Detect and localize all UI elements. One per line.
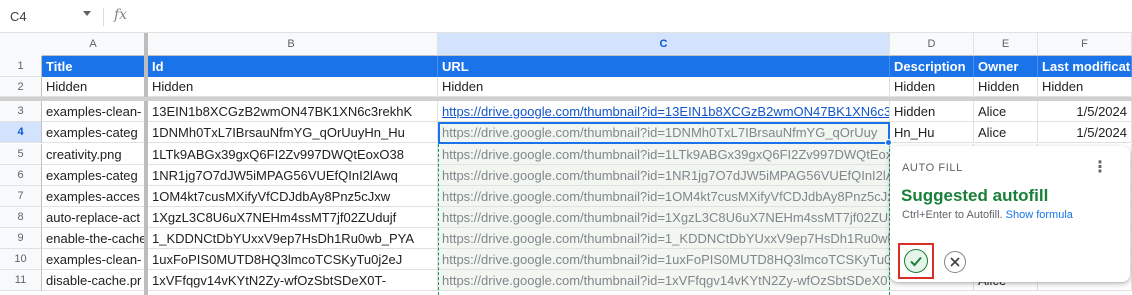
row-header-11[interactable]: 11 [0, 270, 42, 291]
row-header-10[interactable]: 10 [0, 249, 42, 270]
row-header-1[interactable]: 1 [0, 56, 42, 77]
cell-e4[interactable]: Alice [974, 122, 1038, 143]
reject-autofill-button[interactable] [944, 251, 966, 273]
cell-c7[interactable]: https://drive.google.com/thumbnail?id=1O… [438, 186, 890, 207]
cell-e2[interactable]: Hidden [974, 77, 1038, 97]
cell-b5[interactable]: 1LTk9ABGx39gxQ6FI2Zv997DWQtEoxO38 [148, 144, 438, 165]
cell-d4[interactable]: Hn_Hu [890, 122, 974, 143]
formula-bar: C4 fx [0, 0, 1132, 33]
cell-c2[interactable]: Hidden [438, 77, 890, 97]
cell-b3[interactable]: 13EIN1b8XCGzB2wmON47BK1XN6c3rekhK [148, 101, 438, 122]
cell-c4[interactable]: https://drive.google.com/thumbnail?id=1D… [438, 122, 890, 143]
cell-f2[interactable]: Hidden [1038, 77, 1132, 97]
autofill-popup: AUTO FILL ⋮ Suggested autofill Ctrl+Ente… [890, 146, 1130, 282]
row-header-4[interactable]: 4 [0, 122, 42, 143]
cell-c5[interactable]: https://drive.google.com/thumbnail?id=1L… [438, 144, 890, 165]
cell-d2[interactable]: Hidden [890, 77, 974, 97]
divider [103, 8, 104, 26]
show-formula-link[interactable]: Show formula [1006, 209, 1073, 221]
cell-b2[interactable]: Hidden [148, 77, 438, 97]
cell-f4[interactable]: 1/5/2024 [1038, 122, 1132, 143]
cell-c1[interactable]: URL [438, 56, 890, 77]
accept-circle [904, 249, 928, 273]
fill-handle[interactable] [885, 139, 892, 146]
row-header-7[interactable]: 7 [0, 186, 42, 207]
column-header-f[interactable]: F [1038, 33, 1132, 56]
popup-hint: Ctrl+Enter to Autofill. [902, 209, 1003, 221]
cell-b9[interactable]: 1_KDDNCtDbYUxxV9ep7HsDh1Ru0wb_PYA [148, 228, 438, 249]
cell-e1[interactable]: Owner [974, 56, 1038, 77]
cell-c3[interactable]: https://drive.google.com/thumbnail?id=13… [438, 101, 890, 122]
cell-b11[interactable]: 1xVFfqgv14vKYtN2Zy-wfOzSbtSDeX0T- [148, 270, 438, 291]
name-box-value: C4 [10, 9, 27, 24]
column-header-b[interactable]: B [145, 33, 438, 56]
cell-c9[interactable]: https://drive.google.com/thumbnail?id=1_… [438, 228, 890, 249]
cell-a9[interactable]: enable-the-cache [42, 228, 145, 249]
cell-b8[interactable]: 1XgzL3C8U6uX7NEHm4ssMT7jf02ZUdujf [148, 207, 438, 228]
checkmark-icon [910, 256, 922, 267]
fx-icon: fx [114, 7, 128, 23]
row-header-9[interactable]: 9 [0, 228, 42, 249]
cell-b1[interactable]: Id [148, 56, 438, 77]
accept-autofill-button[interactable] [898, 243, 934, 279]
close-icon [950, 257, 960, 267]
cell-c11[interactable]: https://drive.google.com/thumbnail?id=1x… [438, 270, 890, 291]
popup-kicker: AUTO FILL [902, 162, 963, 174]
cell-a6[interactable]: examples-categ [42, 165, 145, 186]
column-header-d[interactable]: D [890, 33, 974, 56]
name-box[interactable]: C4 [0, 0, 100, 33]
cell-e3[interactable]: Alice [974, 101, 1038, 122]
row-header-5[interactable]: 5 [0, 144, 42, 165]
cell-c8[interactable]: https://drive.google.com/thumbnail?id=1X… [438, 207, 890, 228]
cell-a8[interactable]: auto-replace-act [42, 207, 145, 228]
cell-a7[interactable]: examples-acces [42, 186, 145, 207]
cell-f1[interactable]: Last modificat [1038, 56, 1132, 77]
column-header-a[interactable]: A [42, 33, 145, 56]
cell-a5[interactable]: creativity.png [42, 144, 145, 165]
cell-c10[interactable]: https://drive.google.com/thumbnail?id=1u… [438, 249, 890, 270]
frozen-row-divider[interactable] [0, 97, 1132, 101]
column-header-e[interactable]: E [974, 33, 1038, 56]
cell-f3[interactable]: 1/5/2024 [1038, 101, 1132, 122]
column-header-c[interactable]: C [438, 33, 890, 56]
cell-a1[interactable]: Title [42, 56, 145, 77]
cell-c6[interactable]: https://drive.google.com/thumbnail?id=1N… [438, 165, 890, 186]
popup-subtitle: Ctrl+Enter to Autofill. Show formula [902, 209, 1073, 221]
frozen-column-divider[interactable] [144, 33, 148, 295]
row-header-2[interactable]: 2 [0, 77, 42, 97]
row-header-8[interactable]: 8 [0, 207, 42, 228]
cell-b6[interactable]: 1NR1jg7O7dJW5iMPAG56VUEfQInI2lAwq [148, 165, 438, 186]
cell-a2[interactable]: Hidden [42, 77, 145, 97]
row-header-6[interactable]: 6 [0, 165, 42, 186]
cell-b4[interactable]: 1DNMh0TxL7IBrsauNfmYG_qOrUuyHn_Hu [148, 122, 438, 143]
cell-a3[interactable]: examples-clean- [42, 101, 145, 122]
cell-a11[interactable]: disable-cache.pr [42, 270, 145, 291]
cell-b7[interactable]: 1OM4kt7cusMXifyVfCDJdbAy8Pnz5cJxw [148, 186, 438, 207]
cell-d1[interactable]: Description [890, 56, 974, 77]
more-options-icon[interactable]: ⋮ [1090, 158, 1110, 178]
cell-a4[interactable]: examples-categ [42, 122, 145, 143]
row-header-3[interactable]: 3 [0, 101, 42, 122]
popup-title: Suggested autofill [901, 186, 1049, 205]
cell-a10[interactable]: examples-clean- [42, 249, 145, 270]
cell-b10[interactable]: 1uxFoPIS0MUTD8HQ3lmcoTCSKyTu0j2eJ [148, 249, 438, 270]
chevron-down-icon[interactable] [83, 11, 91, 16]
cell-d3[interactable]: Hidden [890, 101, 974, 122]
